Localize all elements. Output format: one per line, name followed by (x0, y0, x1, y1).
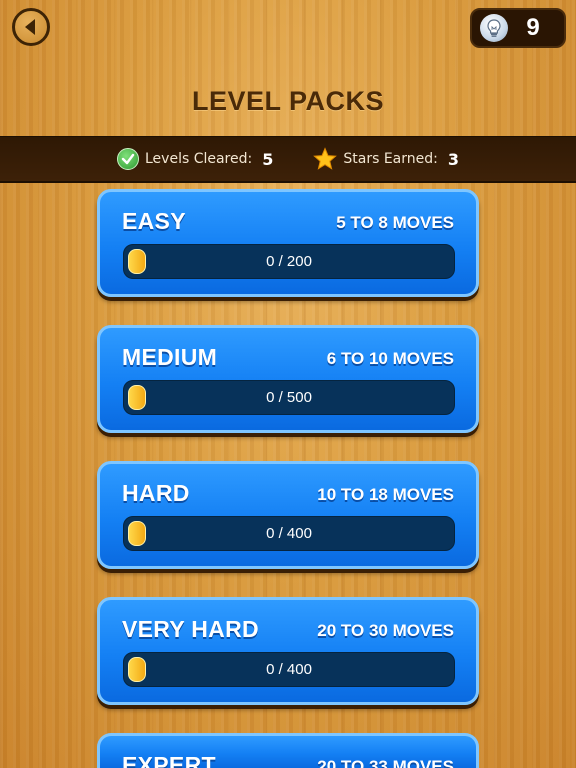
pack-very-hard[interactable]: VERY HARD 20 TO 30 MOVES 0 / 400 (97, 597, 479, 705)
pack-medium[interactable]: MEDIUM 6 TO 10 MOVES 0 / 500 (97, 325, 479, 433)
hint-count: 9 (526, 14, 540, 41)
pack-expert[interactable]: EXPERT 20 TO 33 MOVES (97, 733, 479, 768)
pack-hard[interactable]: HARD 10 TO 18 MOVES 0 / 400 (97, 461, 479, 569)
pack-moves: 5 TO 8 MOVES (336, 213, 454, 232)
lightbulb-icon (480, 14, 508, 42)
hint-counter[interactable]: 9 (470, 8, 566, 48)
levels-cleared-label: Levels Cleared: (145, 151, 253, 167)
checkmark-icon (117, 148, 139, 170)
pack-moves: 6 TO 10 MOVES (326, 349, 454, 368)
stars-earned-stat: Stars Earned: 3 (313, 147, 459, 171)
pack-moves: 20 TO 33 MOVES (317, 757, 454, 768)
stars-earned-label: Stars Earned: (343, 151, 438, 167)
levels-cleared-value: 5 (262, 149, 274, 169)
pack-name: EASY (122, 208, 186, 234)
back-button[interactable] (12, 8, 50, 46)
pack-easy[interactable]: EASY 5 TO 8 MOVES 0 / 200 (97, 189, 479, 297)
pack-name: EXPERT (122, 752, 216, 768)
progress-text: 0 / 200 (266, 253, 312, 270)
pack-name: MEDIUM (122, 344, 218, 370)
progress-bar: 0 / 400 (123, 516, 455, 551)
pack-name: HARD (122, 480, 190, 506)
page-title: LEVEL PACKS (191, 86, 385, 116)
star-icon (313, 147, 338, 170)
back-arrow-icon (25, 19, 35, 35)
progress-bar: 0 / 500 (123, 380, 455, 415)
pack-moves: 10 TO 18 MOVES (317, 485, 454, 504)
progress-bar: 0 / 400 (123, 652, 455, 687)
pack-name: VERY HARD (122, 616, 259, 642)
progress-bar: 0 / 200 (123, 244, 455, 279)
progress-text: 0 / 400 (266, 661, 312, 678)
progress-text: 0 / 500 (266, 389, 312, 406)
levels-cleared-stat: Levels Cleared: 5 (117, 148, 273, 170)
progress-text: 0 / 400 (266, 525, 312, 542)
stats-bar: Levels Cleared: 5 Stars Earned: 3 (0, 136, 576, 183)
stars-earned-value: 3 (447, 149, 459, 169)
pack-moves: 20 TO 30 MOVES (317, 621, 454, 640)
